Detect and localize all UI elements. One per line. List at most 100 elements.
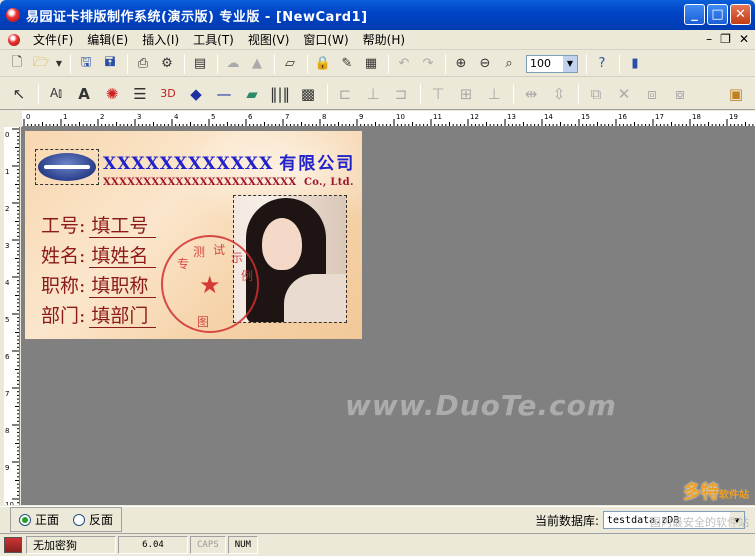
bring-front-icon[interactable]: ⧈: [639, 81, 665, 107]
company-name-en[interactable]: XXXXXXXXXXXXXXXXXXXXXXXX Co., Ltd.: [103, 177, 354, 188]
cloud-icon[interactable]: ☁: [222, 53, 244, 75]
new-file-icon[interactable]: 🗋: [6, 53, 28, 75]
align-middle-icon[interactable]: ⊞: [453, 81, 479, 107]
shapes-icon[interactable]: ◆: [183, 81, 209, 107]
redo-icon[interactable]: ↷: [417, 53, 439, 75]
align-right-icon[interactable]: ⊐: [388, 81, 414, 107]
lock-icon[interactable]: 🔒: [312, 53, 334, 75]
print-setup-icon[interactable]: ⚙: [156, 53, 178, 75]
svg-text:1: 1: [5, 168, 9, 176]
seal-icon[interactable]: ✺: [99, 81, 125, 107]
help-icon[interactable]: ?: [591, 53, 613, 75]
menu-tools[interactable]: 工具(T): [186, 31, 241, 48]
zoom-in-icon[interactable]: ⊕: [450, 53, 472, 75]
id-card[interactable]: XXXXXXXXXXXX 有限公司 XXXXXXXXXXXXXXXXXXXXXXX…: [25, 131, 362, 339]
svg-text:12: 12: [470, 113, 479, 121]
distribute-v-icon[interactable]: ⇳: [546, 81, 572, 107]
zoom-value: 100: [530, 57, 551, 70]
zoom-out-icon[interactable]: ⊖: [474, 53, 496, 75]
company-seal[interactable]: 专 测 试 示 例 图 ★: [161, 235, 259, 333]
minimize-button[interactable]: _: [684, 4, 705, 25]
doc-restore-button[interactable]: ❐: [720, 32, 731, 46]
caps-indicator: CAPS: [190, 536, 226, 554]
menu-view[interactable]: 视图(V): [241, 31, 297, 48]
line-icon[interactable]: —: [211, 81, 237, 107]
field-title[interactable]: 职称: 填职称: [41, 271, 157, 298]
field-department[interactable]: 部门: 填部门: [41, 301, 157, 328]
menu-help[interactable]: 帮助(H): [356, 31, 412, 48]
menu-insert[interactable]: 插入(I): [135, 31, 186, 48]
svg-text:1: 1: [63, 113, 67, 121]
eraser-icon[interactable]: ▱: [279, 53, 301, 75]
menu-file[interactable]: 文件(F): [26, 31, 80, 48]
zoom-fit-icon[interactable]: ⌕: [498, 53, 520, 75]
document-icon[interactable]: [8, 33, 20, 46]
menu-edit[interactable]: 编辑(E): [80, 31, 135, 48]
image-icon[interactable]: ▰: [239, 81, 265, 107]
zoom-select[interactable]: 100 ▼: [526, 54, 578, 73]
save-icon[interactable]: 🖫: [75, 53, 97, 75]
text-icon[interactable]: A: [71, 81, 97, 107]
group-icon[interactable]: ⧉: [583, 81, 609, 107]
align-left-icon[interactable]: ⊏: [332, 81, 358, 107]
radio-icon[interactable]: [73, 513, 86, 526]
svg-text:17: 17: [655, 113, 664, 121]
save-all-icon[interactable]: 🖬: [99, 53, 121, 75]
ruler-corner: [4, 111, 22, 127]
design-canvas[interactable]: XXXXXXXXXXXX 有限公司 XXXXXXXXXXXXXXXXXXXXXXX…: [21, 127, 755, 505]
book-icon[interactable]: ▮: [624, 53, 646, 75]
horizontal-ruler: 0 1 2 3 4 5 6 7 8 9 10 11 12 13 14 15 16 17 18 19: [22, 111, 755, 127]
company-logo[interactable]: [35, 149, 99, 185]
svg-text:6: 6: [5, 353, 10, 361]
window-title: 易园证卡排版制作系统(演示版) 专业版 - [NewCard1]: [26, 9, 368, 25]
svg-text:7: 7: [5, 390, 9, 398]
text-field-icon[interactable]: A⫾: [43, 81, 69, 107]
field-employee-id[interactable]: 工号: 填工号: [41, 211, 157, 238]
close-button[interactable]: ✕: [730, 4, 751, 25]
triangle-icon[interactable]: ▲: [246, 53, 268, 75]
front-side-radio[interactable]: 正面: [19, 511, 59, 528]
app-icon[interactable]: [6, 8, 20, 22]
title-bar: 易园证卡排版制作系统(演示版) 专业版 - [NewCard1] _ □ ✕: [0, 0, 755, 30]
3d-text-icon[interactable]: 3D: [155, 81, 181, 107]
pointer-icon[interactable]: ↖: [6, 81, 32, 107]
field-name[interactable]: 姓名: 填姓名: [41, 241, 157, 268]
dongle-icon: [4, 537, 22, 553]
align-bottom-icon[interactable]: ⊥: [481, 81, 507, 107]
maximize-button[interactable]: □: [707, 4, 728, 25]
print-preview-icon[interactable]: ▤: [189, 53, 211, 75]
print-icon[interactable]: ⎙: [132, 53, 154, 75]
send-back-icon[interactable]: ⧇: [667, 81, 693, 107]
doc-close-button[interactable]: ✕: [739, 32, 749, 46]
lines-icon[interactable]: ☰: [127, 81, 153, 107]
svg-text:11: 11: [433, 113, 442, 121]
svg-text:14: 14: [544, 113, 553, 121]
delete-icon[interactable]: ✕: [611, 81, 637, 107]
edit-doc-icon[interactable]: ✎: [336, 53, 358, 75]
open-dropdown-icon[interactable]: ▼: [54, 53, 64, 75]
svg-text:4: 4: [5, 279, 10, 287]
table-icon[interactable]: ▦: [360, 53, 382, 75]
align-top-icon[interactable]: ⊤: [425, 81, 451, 107]
standard-toolbar: 🗋 🗁 ▼ 🖫 🖬 ⎙ ⚙ ▤ ☁ ▲ ▱ 🔒 ✎ ▦ ↶ ↷ ⊕ ⊖ ⌕ 10…: [0, 51, 755, 77]
svg-text:2: 2: [100, 113, 104, 121]
svg-text:8: 8: [322, 113, 326, 121]
doc-minimize-button[interactable]: –: [706, 32, 712, 46]
chevron-down-icon[interactable]: ▼: [563, 55, 577, 72]
svg-text:16: 16: [618, 113, 627, 121]
svg-text:2: 2: [5, 205, 9, 213]
menu-window[interactable]: 窗口(W): [296, 31, 355, 48]
svg-text:19: 19: [729, 113, 738, 121]
open-folder-icon[interactable]: 🗁: [30, 53, 52, 75]
align-center-icon[interactable]: ⊥: [360, 81, 386, 107]
undo-icon[interactable]: ↶: [393, 53, 415, 75]
properties-icon[interactable]: ▣: [723, 81, 749, 107]
2d-barcode-icon[interactable]: ▩: [295, 81, 321, 107]
radio-icon[interactable]: [19, 513, 31, 526]
company-name[interactable]: XXXXXXXXXXXX 有限公司: [103, 149, 355, 174]
barcode-icon[interactable]: ‖|‖: [267, 81, 293, 107]
svg-text:8: 8: [5, 427, 9, 435]
back-side-radio[interactable]: 反面: [73, 511, 113, 528]
distribute-h-icon[interactable]: ⇹: [518, 81, 544, 107]
version-status: 6.04: [118, 536, 188, 554]
